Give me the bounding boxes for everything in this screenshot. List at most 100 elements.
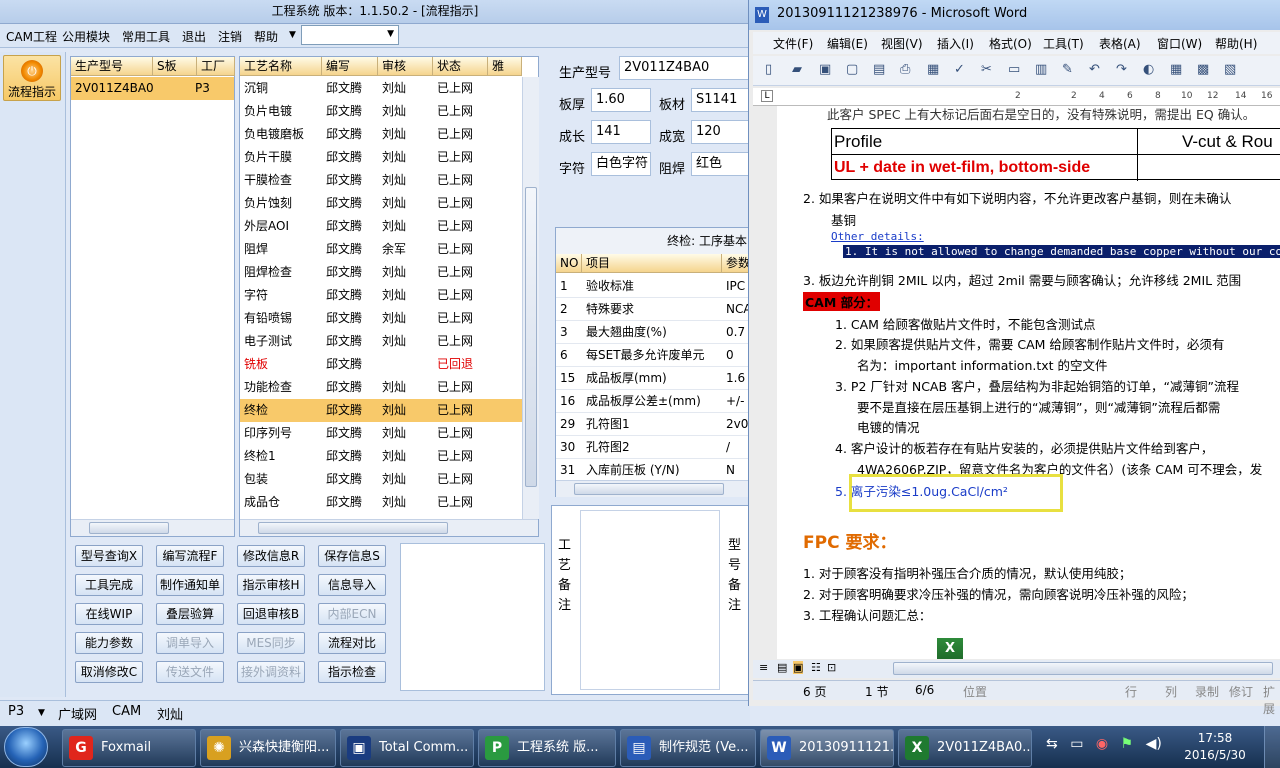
undo-icon[interactable]: ↶	[1089, 62, 1100, 77]
action-button[interactable]: 修改信息R	[237, 545, 305, 567]
col-extra[interactable]: 雅	[488, 57, 522, 76]
process-row[interactable]: 成品仓 邱文腾 刘灿 已上网	[240, 491, 522, 514]
spellcheck-icon[interactable]: ✓	[954, 62, 965, 77]
inspection-row[interactable]: 30 孔符图2 /	[556, 436, 749, 459]
scroll-thumb[interactable]	[258, 522, 448, 534]
view-outline-icon[interactable]: ☷	[811, 661, 821, 674]
action-button[interactable]: 传送文件	[156, 661, 224, 683]
word-menu-item[interactable]: 表格(A)	[1099, 35, 1141, 52]
volume-icon[interactable]: ◀)	[1146, 736, 1162, 752]
process-row[interactable]: 外层AOI 邱文腾 刘灿 已上网	[240, 215, 522, 238]
process-row[interactable]: 功能检查 邱文腾 刘灿 已上网	[240, 376, 522, 399]
scroll-thumb[interactable]	[574, 483, 724, 495]
process-row[interactable]: 负片干膜 邱文腾 刘灿 已上网	[240, 146, 522, 169]
col-status[interactable]: 状态	[433, 57, 488, 76]
action-button[interactable]: 型号查询X	[75, 545, 143, 567]
process-row[interactable]: 有铅喷锡 邱文腾 刘灿 已上网	[240, 307, 522, 330]
view-reading-icon[interactable]: ⊡	[827, 661, 836, 674]
col-reviewer[interactable]: 审核	[378, 57, 433, 76]
flow-indicator-button[interactable]: ⏻ 流程指示	[3, 55, 61, 101]
scroll-thumb[interactable]	[89, 522, 169, 534]
word-menu-item[interactable]: 视图(V)	[881, 35, 923, 52]
word-menu-item[interactable]: 编辑(E)	[827, 35, 868, 52]
word-hscroll[interactable]: ≡ ▤ ▣ ☷ ⊡	[753, 660, 1280, 678]
action-button[interactable]: 信息导入	[318, 574, 386, 596]
inspection-row[interactable]: 16 成品板厚公差±(mm) +/-	[556, 390, 749, 413]
inspection-hscroll[interactable]	[556, 480, 749, 497]
process-row[interactable]: 电子测试 邱文腾 刘灿 已上网	[240, 330, 522, 353]
action-button[interactable]: 叠层验算	[156, 603, 224, 625]
cut-icon[interactable]: ✂	[981, 62, 992, 77]
taskbar-item[interactable]: G Foxmail	[62, 729, 196, 767]
extend-status[interactable]: 扩展	[1263, 683, 1280, 717]
table-icon[interactable]: ▦	[1170, 62, 1182, 77]
taskbar-item[interactable]: ▣ Total Comm...	[340, 729, 474, 767]
taskbar-item[interactable]: W 20130911121...	[760, 729, 894, 767]
process-row[interactable]: 负电镀磨板 邱文腾 刘灿 已上网	[240, 123, 522, 146]
format-painter-icon[interactable]: ✎	[1062, 62, 1073, 77]
word-menu-item[interactable]: 文件(F)	[773, 35, 813, 52]
menu-help[interactable]: 帮助	[254, 28, 278, 45]
hyperlink-icon[interactable]: ◐	[1143, 62, 1154, 77]
process-row[interactable]: 包装 邱文腾 刘灿 已上网	[240, 468, 522, 491]
process-row[interactable]: 负片电镀 邱文腾 刘灿 已上网	[240, 100, 522, 123]
taskbar-item[interactable]: P 工程系统 版...	[478, 729, 616, 767]
action-button[interactable]: 在线WIP	[75, 603, 143, 625]
show-desktop-button[interactable]	[1264, 726, 1280, 768]
word-menu-item[interactable]: 工具(T)	[1043, 35, 1084, 52]
toolbar-combo[interactable]: ▼	[301, 25, 399, 45]
col-process[interactable]: 工艺名称	[240, 57, 322, 76]
word-menu-item[interactable]: 窗口(W)	[1157, 35, 1202, 52]
start-button[interactable]	[4, 727, 48, 767]
action-button[interactable]: MES同步	[237, 632, 305, 654]
antivirus-icon[interactable]: ◉	[1096, 736, 1108, 752]
mask-field[interactable]: 红色	[691, 152, 751, 176]
menu-exit[interactable]: 退出	[182, 28, 206, 45]
model-grid-hscroll[interactable]	[71, 519, 234, 536]
columns-icon[interactable]: ▧	[1224, 62, 1236, 77]
col-no[interactable]: NO	[556, 254, 582, 273]
process-note-field[interactable]	[580, 510, 720, 690]
view-web-icon[interactable]: ▤	[777, 661, 787, 674]
action-button[interactable]: 流程对比	[318, 632, 386, 654]
action-button[interactable]: 保存信息S	[318, 545, 386, 567]
print-preview-icon[interactable]: ▤	[873, 62, 885, 77]
copy-icon[interactable]: ▭	[1008, 62, 1020, 77]
inspection-row[interactable]: 1 验收标准 IPC	[556, 275, 749, 298]
clock[interactable]: 17:58 2016/5/30	[1180, 730, 1250, 764]
revision-status[interactable]: 修订	[1229, 683, 1253, 700]
inspection-row[interactable]: 3 最大翘曲度(%) 0.7	[556, 321, 749, 344]
menu-public[interactable]: 公用模块	[62, 28, 110, 45]
action-button[interactable]: 指示审核H	[237, 574, 305, 596]
col-item[interactable]: 项目	[582, 254, 722, 273]
open-icon[interactable]: ▰	[792, 62, 802, 77]
monitor-icon[interactable]: ▭	[1070, 736, 1083, 752]
excel-icon[interactable]: ▩	[1197, 62, 1209, 77]
menu-logout[interactable]: 注销	[218, 28, 242, 45]
action-button[interactable]: 制作通知单	[156, 574, 224, 596]
process-row[interactable]: 字符 邱文腾 刘灿 已上网	[240, 284, 522, 307]
scroll-thumb[interactable]	[893, 662, 1273, 675]
new-icon[interactable]: ▯	[765, 62, 772, 77]
col-factory[interactable]: 工厂	[197, 57, 235, 76]
process-row[interactable]: 终检1 邱文腾 刘灿 已上网	[240, 445, 522, 468]
flag-icon[interactable]: ⚑	[1121, 736, 1134, 752]
action-button[interactable]: 取消修改C	[75, 661, 143, 683]
word-menu-item[interactable]: 插入(I)	[937, 35, 974, 52]
col-writer[interactable]: 编写	[322, 57, 378, 76]
model-row[interactable]: 2V011Z4BA0 P3	[71, 77, 234, 100]
length-field[interactable]: 141	[591, 120, 651, 144]
taskbar-item[interactable]: ✺ 兴森快捷衡阳...	[200, 729, 336, 767]
inspection-row[interactable]: 31 入库前压板 (Y/N) N	[556, 459, 749, 482]
process-row[interactable]: 干膜检查 邱文腾 刘灿 已上网	[240, 169, 522, 192]
material-field[interactable]: S1141	[691, 88, 751, 112]
document-page[interactable]: 此客户 SPEC 上有大标记后面右是空日的，没有特殊说明，需提出 EQ 确认。 …	[777, 106, 1280, 659]
action-button[interactable]: 编写流程F	[156, 545, 224, 567]
view-print-icon[interactable]: ▣	[793, 661, 804, 674]
model-field[interactable]: 2V011Z4BA0	[619, 56, 759, 80]
taskbar-item[interactable]: X 2V011Z4BA0...	[898, 729, 1032, 767]
paste-icon[interactable]: ▥	[1035, 62, 1047, 77]
research-icon[interactable]: ▦	[927, 62, 939, 77]
redo-icon[interactable]: ↷	[1116, 62, 1127, 77]
process-row[interactable]: 阻焊 邱文腾 余军 已上网	[240, 238, 522, 261]
